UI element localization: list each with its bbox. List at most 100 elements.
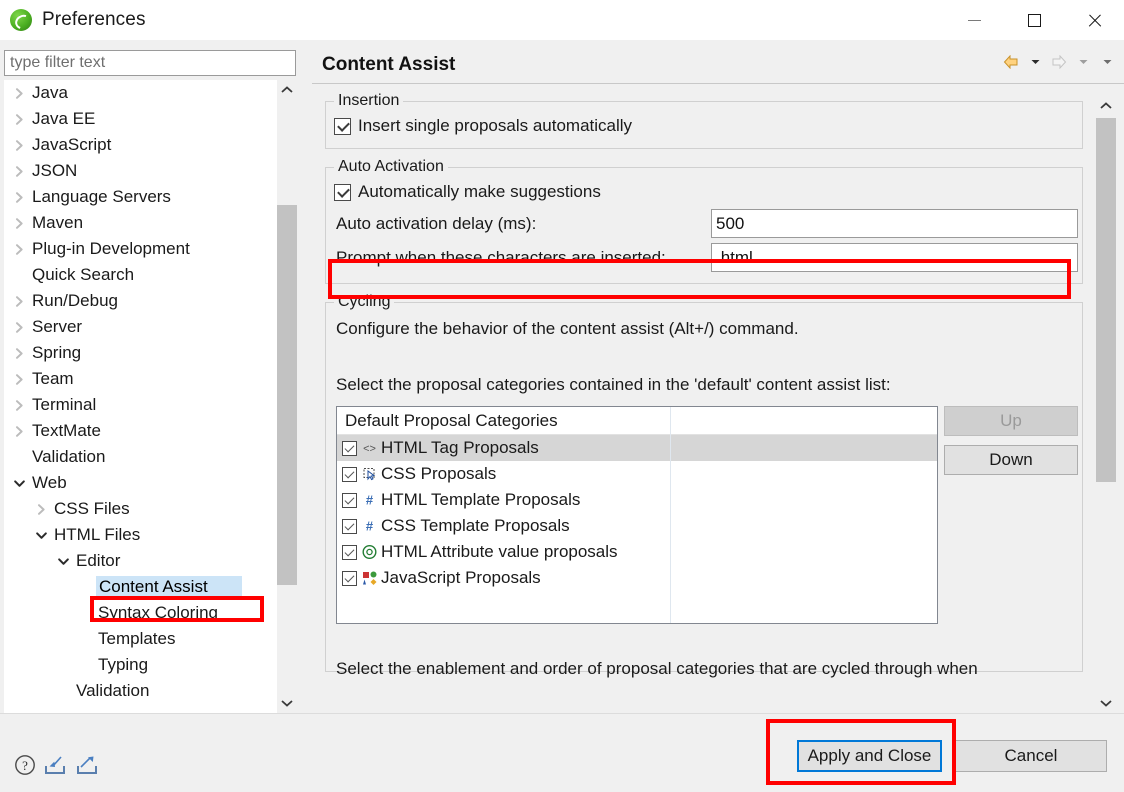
proposal-label: HTML Attribute value proposals <box>381 542 618 561</box>
tree-item-content-assist[interactable]: Content Assist <box>4 574 274 600</box>
preferences-dialog: Preferences Java Java EE JavaScript JSON Lan… <box>0 0 1124 792</box>
proposal-row[interactable]: CSS Proposals <box>337 461 937 487</box>
tree-scrollbar[interactable] <box>276 80 297 713</box>
tree-item-quick-search[interactable]: Quick Search <box>4 262 274 288</box>
automatically-make-suggestions-checkbox[interactable] <box>334 183 351 201</box>
chevron-down-icon[interactable] <box>8 478 30 489</box>
cancel-button[interactable]: Cancel <box>955 740 1107 772</box>
tree-item-label: JSON <box>32 161 78 180</box>
tree-item-run-debug[interactable]: Run/Debug <box>4 288 274 314</box>
tree-list: Java Java EE JavaScript JSON Language Server… <box>4 80 274 704</box>
content-body: Insertion Insert single proposals automa… <box>312 85 1124 713</box>
help-question-icon[interactable]: ? <box>14 754 36 781</box>
automatically-make-suggestions-checkbox-row[interactable]: Automatically make suggestions <box>334 182 601 202</box>
proposal-checkbox[interactable] <box>342 492 357 508</box>
tree-item-server[interactable]: Server <box>4 314 274 340</box>
proposal-checkbox[interactable] <box>342 544 357 560</box>
tree-item-plug-in-development[interactable]: Plug-in Development <box>4 236 274 262</box>
chevron-right-icon[interactable] <box>8 399 30 411</box>
chevron-right-icon[interactable] <box>8 373 30 385</box>
content-scrollbar-thumb[interactable] <box>1096 118 1116 482</box>
apply-and-close-button[interactable]: Apply and Close <box>797 740 942 772</box>
proposal-checkbox[interactable] <box>342 570 357 586</box>
navigation-toolbar <box>1000 51 1118 73</box>
chevron-down-icon[interactable] <box>30 530 52 541</box>
chevron-right-icon[interactable] <box>8 217 30 229</box>
back-arrow-icon[interactable] <box>1000 51 1022 73</box>
chevron-right-icon[interactable] <box>30 503 52 515</box>
chevron-right-icon[interactable] <box>8 347 30 359</box>
minimize-button[interactable] <box>944 0 1004 40</box>
chevron-right-icon[interactable] <box>8 243 30 255</box>
import-icon[interactable] <box>44 755 68 781</box>
forward-arrow-icon[interactable] <box>1048 51 1070 73</box>
proposal-row[interactable]: # CSS Template Proposals <box>337 513 937 539</box>
chevron-right-icon[interactable] <box>8 321 30 333</box>
overflow-chevron-down-icon[interactable] <box>1096 51 1118 73</box>
tree-scroll-down-icon[interactable] <box>277 693 297 713</box>
move-up-button[interactable]: Up <box>944 406 1078 436</box>
tree-item-label: Templates <box>98 629 176 648</box>
tree-item-syntax-coloring[interactable]: Syntax Coloring <box>4 600 274 626</box>
proposal-categories-table[interactable]: Default Proposal Categories <> HTML Tag P… <box>336 406 938 624</box>
tree-item-label: Language Servers <box>32 187 171 206</box>
tree-item-web[interactable]: Web <box>4 470 274 496</box>
chevron-right-icon[interactable] <box>8 295 30 307</box>
filter-input[interactable] <box>4 50 296 76</box>
tree-item-java-ee[interactable]: Java EE <box>4 106 274 132</box>
chevron-right-icon[interactable] <box>8 113 30 125</box>
tree-scroll-up-icon[interactable] <box>277 80 297 100</box>
close-button[interactable] <box>1064 0 1124 40</box>
insert-single-proposals-checkbox-row[interactable]: Insert single proposals automatically <box>334 116 632 136</box>
tree-scrollbar-thumb[interactable] <box>277 205 297 585</box>
proposal-checkbox[interactable] <box>342 440 357 456</box>
chevron-right-icon[interactable] <box>8 139 30 151</box>
chevron-right-icon[interactable] <box>8 191 30 203</box>
tree-item-terminal[interactable]: Terminal <box>4 392 274 418</box>
tree-item-json[interactable]: JSON <box>4 158 274 184</box>
chevron-right-icon[interactable] <box>8 165 30 177</box>
maximize-button[interactable] <box>1004 0 1064 40</box>
tree-item-spring[interactable]: Spring <box>4 340 274 366</box>
chevron-right-icon[interactable] <box>8 425 30 437</box>
forward-menu-chevron-down-icon[interactable] <box>1072 51 1094 73</box>
prompt-characters-input[interactable] <box>711 243 1078 272</box>
tree-item-java[interactable]: Java <box>4 80 274 106</box>
tree-item-maven[interactable]: Maven <box>4 210 274 236</box>
proposal-row[interactable]: JavaScript Proposals <box>337 565 937 591</box>
tree-item-team[interactable]: Team <box>4 366 274 392</box>
auto-activation-delay-input[interactable] <box>711 209 1078 238</box>
tree-item-label: TextMate <box>32 421 101 440</box>
back-menu-chevron-down-icon[interactable] <box>1024 51 1046 73</box>
tree-item-validation[interactable]: Validation <box>4 678 274 704</box>
table-column-divider <box>670 407 671 623</box>
content-scroll-up-icon[interactable] <box>1096 96 1116 116</box>
tree-item-javascript[interactable]: JavaScript <box>4 132 274 158</box>
content-scrollbar[interactable] <box>1096 96 1116 713</box>
chevron-down-icon[interactable] <box>52 556 74 567</box>
tree-item-typing[interactable]: Typing <box>4 652 274 678</box>
export-icon[interactable] <box>76 755 100 781</box>
tree-item-templates[interactable]: Templates <box>4 626 274 652</box>
tree-item-validation[interactable]: Validation <box>4 444 274 470</box>
cycling-group: Cycling Configure the behavior of the co… <box>325 293 1083 678</box>
content-scroll-down-icon[interactable] <box>1096 693 1116 713</box>
move-down-button[interactable]: Down <box>944 445 1078 475</box>
proposal-row[interactable]: <> HTML Tag Proposals <box>337 435 937 461</box>
insert-single-proposals-checkbox[interactable] <box>334 117 351 135</box>
proposal-row[interactable]: HTML Attribute value proposals <box>337 539 937 565</box>
proposal-label: JavaScript Proposals <box>381 568 541 587</box>
content-panel: Content Assist Insertion Insert single p… <box>312 42 1124 713</box>
chevron-right-icon[interactable] <box>8 87 30 99</box>
tree-item-textmate[interactable]: TextMate <box>4 418 274 444</box>
tree-item-css-files[interactable]: CSS Files <box>4 496 274 522</box>
proposal-checkbox[interactable] <box>342 518 357 534</box>
tree-item-html-files[interactable]: HTML Files <box>4 522 274 548</box>
preferences-tree[interactable]: Java Java EE JavaScript JSON Language Server… <box>4 80 296 713</box>
tree-item-editor[interactable]: Editor <box>4 548 274 574</box>
proposal-label: HTML Tag Proposals <box>381 438 539 457</box>
tree-item-language-servers[interactable]: Language Servers <box>4 184 274 210</box>
proposal-checkbox[interactable] <box>342 466 357 482</box>
proposal-row[interactable]: # HTML Template Proposals <box>337 487 937 513</box>
prompt-characters-label: Prompt when these characters are inserte… <box>336 248 666 267</box>
